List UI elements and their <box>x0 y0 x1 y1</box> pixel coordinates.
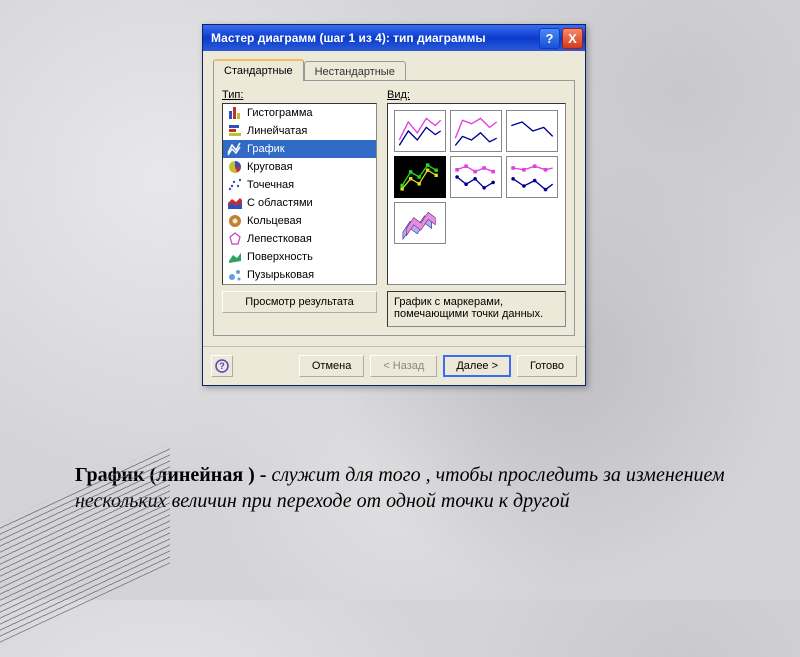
chart-subtype-grid <box>387 103 566 285</box>
preview-result-button[interactable]: Просмотр результата <box>222 291 377 313</box>
type-item-3[interactable]: Круговая <box>223 158 376 176</box>
cancel-button[interactable]: Отмена <box>299 355 364 377</box>
type-item-7[interactable]: Лепестковая <box>223 230 376 248</box>
type-item-9[interactable]: Пузырьковая <box>223 266 376 284</box>
footer-help-button[interactable]: ? <box>211 355 233 377</box>
tabstrip: Стандартные Нестандартные <box>213 59 575 81</box>
finish-button[interactable]: Готово <box>517 355 577 377</box>
view-label: Вид: <box>387 89 566 101</box>
surface-icon <box>227 249 243 265</box>
scatter-icon <box>227 177 243 193</box>
type-item-6[interactable]: Кольцевая <box>223 212 376 230</box>
dialog-body: Стандартные Нестандартные Тип: Гистограм… <box>203 51 585 346</box>
chart-type-list[interactable]: Гистограмма Линейчатая График Круговая Точеч… <box>222 103 377 285</box>
svg-text:?: ? <box>219 361 225 371</box>
area-icon <box>227 195 243 211</box>
type-item-label: Пузырьковая <box>247 269 314 281</box>
back-button: < Назад <box>370 355 437 377</box>
subtype-line-1[interactable] <box>394 110 446 152</box>
type-item-1[interactable]: Линейчатая <box>223 122 376 140</box>
type-item-label: Кольцевая <box>247 215 302 227</box>
subtype-line-markers[interactable] <box>394 156 446 198</box>
tab-standard[interactable]: Стандартные <box>213 59 304 81</box>
titlebar[interactable]: Мастер диаграмм (шаг 1 из 4): тип диагра… <box>203 25 585 51</box>
dialog-footer: ? Отмена < Назад Далее > Готово <box>203 346 585 385</box>
type-item-4[interactable]: Точечная <box>223 176 376 194</box>
type-item-8[interactable]: Поверхность <box>223 248 376 266</box>
type-label: Тип: <box>222 89 377 101</box>
type-item-label: Круговая <box>247 161 293 173</box>
bubble-icon <box>227 267 243 283</box>
type-item-label: Лепестковая <box>247 233 312 245</box>
bars-icon <box>227 105 243 121</box>
slide-caption: График (линейная ) - служит для того , ч… <box>75 462 725 514</box>
type-item-5[interactable]: С областями <box>223 194 376 212</box>
type-item-label: С областями <box>247 197 313 209</box>
tab-custom[interactable]: Нестандартные <box>304 61 406 81</box>
subtype-description: График с маркерами, помечающими точки да… <box>387 291 566 327</box>
dialog-title: Мастер диаграмм (шаг 1 из 4): тип диагра… <box>211 31 537 45</box>
line-icon <box>227 141 243 157</box>
donut-icon <box>227 213 243 229</box>
type-item-2[interactable]: График <box>223 140 376 158</box>
type-item-label: Точечная <box>247 179 294 191</box>
next-button[interactable]: Далее > <box>443 355 511 377</box>
subtype-line-3d[interactable] <box>394 202 446 244</box>
close-button[interactable]: X <box>562 28 583 49</box>
chart-wizard-dialog: Мастер диаграмм (шаг 1 из 4): тип диагра… <box>202 24 586 386</box>
type-item-0[interactable]: Гистограмма <box>223 104 376 122</box>
pie-icon <box>227 159 243 175</box>
subtype-line-5[interactable] <box>450 156 502 198</box>
hbars-icon <box>227 123 243 139</box>
subtype-line-2[interactable] <box>450 110 502 152</box>
subtype-line-3[interactable] <box>506 110 558 152</box>
radar-icon <box>227 231 243 247</box>
type-item-10[interactable]: Биржевая <box>223 284 376 285</box>
subtype-line-6[interactable] <box>506 156 558 198</box>
type-item-label: Линейчатая <box>247 125 307 137</box>
type-item-label: Гистограмма <box>247 107 313 119</box>
titlebar-help-button[interactable]: ? <box>539 28 560 49</box>
help-icon: ? <box>215 359 229 373</box>
type-item-label: Поверхность <box>247 251 313 263</box>
type-item-label: График <box>247 143 285 155</box>
tab-pane: Тип: Гистограмма Линейчатая График Круговая… <box>213 80 575 336</box>
